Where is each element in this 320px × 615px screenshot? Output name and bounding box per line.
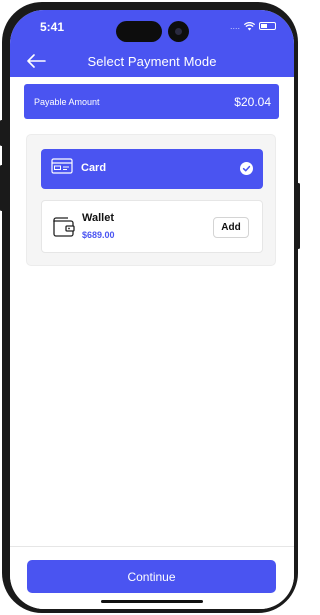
check-circle-icon xyxy=(240,162,253,175)
side-button-volume xyxy=(0,165,3,211)
card-option-label: Card xyxy=(81,162,107,174)
battery-icon xyxy=(259,22,276,30)
home-indicator xyxy=(101,600,203,603)
wallet-icon xyxy=(53,217,75,237)
side-button-silent xyxy=(0,120,3,146)
dynamic-island xyxy=(116,21,162,42)
add-money-button[interactable]: Add xyxy=(213,217,249,238)
payment-option-wallet[interactable]: Wallet $689.00 Add xyxy=(41,200,263,253)
side-button-power xyxy=(297,183,300,249)
payment-option-card[interactable]: Card xyxy=(41,149,263,189)
page-title: Select Payment Mode xyxy=(87,54,217,69)
wallet-balance: $689.00 xyxy=(82,230,115,240)
status-time: 5:41 xyxy=(40,20,65,34)
status-icons: .... xyxy=(230,21,276,31)
phone-frame: 5:41 .... Select Payment Mode Payable Am… xyxy=(2,2,298,613)
wallet-option-label: Wallet xyxy=(82,212,114,224)
payable-amount-bar: Payable Amount $20.04 xyxy=(24,84,279,119)
header-bar: 5:41 .... Select Payment Mode xyxy=(10,10,294,77)
wifi-icon xyxy=(244,21,255,30)
continue-button[interactable]: Continue xyxy=(27,560,276,593)
payment-options-panel: Card Wallet $689.00 Add xyxy=(26,134,276,266)
app-screen: 5:41 .... Select Payment Mode Payable Am… xyxy=(10,10,294,609)
signal-icon: .... xyxy=(229,21,240,31)
credit-card-icon xyxy=(51,158,73,174)
payable-label: Payable Amount xyxy=(34,96,100,107)
camera-icon xyxy=(168,21,189,42)
bottom-bar: Continue xyxy=(10,546,294,609)
payable-amount: $20.04 xyxy=(234,94,271,109)
